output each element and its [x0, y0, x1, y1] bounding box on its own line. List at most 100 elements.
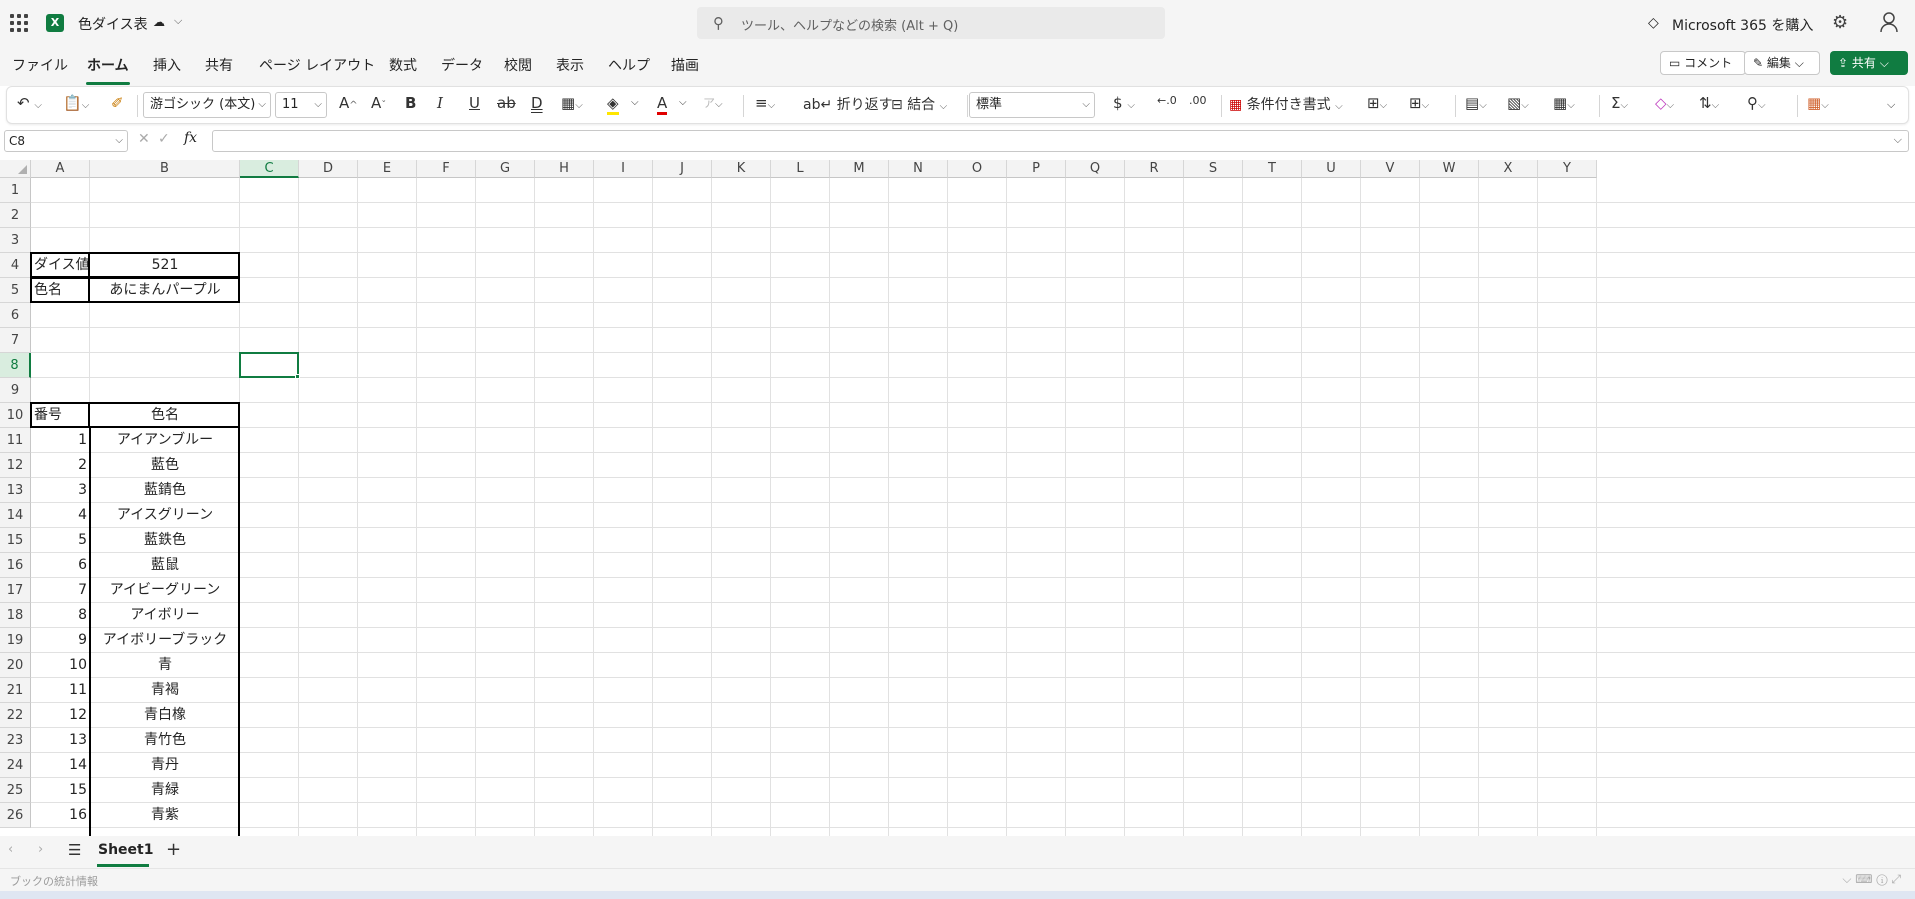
name-box[interactable]: C8 ⌵	[4, 130, 128, 152]
table-cell-name[interactable]: 藍鼠	[90, 553, 240, 578]
cells-area[interactable]: ダイス値 521 色名 あにまんパープル 番号 色名 1 アイアンブルー 2 藍色 3 藍錆色 4 アイス…	[30, 178, 1915, 836]
column-header-u[interactable]: U	[1302, 160, 1361, 178]
bold-icon[interactable]: B	[405, 94, 416, 112]
table-cell-name[interactable]: 藍色	[90, 453, 240, 478]
table-cell-name[interactable]: 藍錆色	[90, 478, 240, 503]
fill-color-icon[interactable]: ◈	[607, 94, 619, 115]
grow-font-icon[interactable]: A^	[339, 94, 358, 112]
delete-cells-icon[interactable]: ▧⌵	[1507, 94, 1529, 112]
decrease-decimal-icon[interactable]: ←.0	[1157, 94, 1177, 107]
column-header-h[interactable]: H	[535, 160, 594, 178]
table-cell-number[interactable]: 16	[31, 803, 90, 828]
row-header-12[interactable]: 12	[0, 453, 31, 478]
tab-review[interactable]: 校閲	[504, 55, 532, 75]
chevron-right-icon[interactable]: ›	[38, 842, 43, 857]
tab-draw[interactable]: 描画	[671, 55, 699, 75]
row-header-18[interactable]: 18	[0, 603, 31, 628]
clear-icon[interactable]: ◇⌵	[1655, 94, 1674, 112]
column-header-g[interactable]: G	[476, 160, 535, 178]
table-cell-number[interactable]: 15	[31, 778, 90, 803]
table-cell-number[interactable]: 12	[31, 703, 90, 728]
table-cell-name[interactable]: 青丹	[90, 753, 240, 778]
column-header-v[interactable]: V	[1361, 160, 1420, 178]
row-header-26[interactable]: 26	[0, 803, 31, 828]
table-cell-number[interactable]: 1	[31, 428, 90, 453]
undo-icon[interactable]: ↶ ⌵	[17, 94, 42, 112]
table-cell-name[interactable]: 青紫	[90, 803, 240, 828]
format-cells-icon[interactable]: ▦⌵	[1553, 94, 1575, 112]
format-painter-icon[interactable]: ✐	[111, 94, 124, 112]
borders-icon[interactable]: ▦⌵	[561, 94, 583, 112]
column-header-x[interactable]: X	[1479, 160, 1538, 178]
dice-label-cell[interactable]: ダイス値	[31, 253, 90, 278]
tab-help[interactable]: ヘルプ	[608, 55, 650, 75]
format-as-table-icon[interactable]: ⊞⌵	[1367, 94, 1387, 112]
table-cell-name[interactable]: 青竹色	[90, 728, 240, 753]
tab-page-layout[interactable]: ページ レイアウト	[259, 55, 375, 75]
paste-icon[interactable]: 📋⌵	[63, 94, 89, 112]
column-header-d[interactable]: D	[299, 160, 358, 178]
cancel-icon[interactable]: ✕	[138, 131, 150, 147]
wrap-text-button[interactable]: ab↵ 折り返す	[803, 94, 893, 114]
add-sheet-icon[interactable]: +	[166, 839, 181, 860]
table-cell-number[interactable]: 3	[31, 478, 90, 503]
column-header-q[interactable]: Q	[1066, 160, 1125, 178]
table-cell-number[interactable]: 9	[31, 628, 90, 653]
app-launcher-icon[interactable]	[10, 14, 28, 32]
chevron-down-icon[interactable]: ⌵	[679, 97, 687, 108]
color-label-cell[interactable]: 色名	[31, 278, 90, 303]
column-header-p[interactable]: P	[1007, 160, 1066, 178]
row-header-16[interactable]: 16	[0, 553, 31, 578]
selected-cell[interactable]	[239, 352, 299, 378]
table-cell-name[interactable]: アイボリーブラック	[90, 628, 240, 653]
font-color-icon[interactable]: A	[657, 94, 668, 115]
merge-button[interactable]: ⊟ 結合 ⌵	[891, 94, 947, 114]
row-header-17[interactable]: 17	[0, 578, 31, 603]
color-value-cell[interactable]: あにまんパープル	[90, 278, 240, 303]
font-name-dropdown[interactable]: 游ゴシック (本文) ⌵	[143, 92, 271, 118]
table-cell-number[interactable]: 7	[31, 578, 90, 603]
row-header-5[interactable]: 5	[0, 278, 31, 303]
column-header-t[interactable]: T	[1243, 160, 1302, 178]
autosum-icon[interactable]: Σ⌵	[1611, 94, 1628, 112]
table-cell-name[interactable]: 青褐	[90, 678, 240, 703]
column-header-c[interactable]: C	[240, 160, 299, 178]
row-header-3[interactable]: 3	[0, 228, 31, 253]
shrink-font-icon[interactable]: Aˇ	[371, 94, 386, 112]
column-header-a[interactable]: A	[31, 160, 90, 178]
table-cell-number[interactable]: 10	[31, 653, 90, 678]
select-all-corner[interactable]	[0, 160, 31, 178]
table-cell-name[interactable]: 青緑	[90, 778, 240, 803]
check-icon[interactable]: ✓	[158, 131, 170, 147]
table-cell-name[interactable]: アイビーグリーン	[90, 578, 240, 603]
row-header-25[interactable]: 25	[0, 778, 31, 803]
table-header-name[interactable]: 色名	[90, 403, 240, 428]
column-header-e[interactable]: E	[358, 160, 417, 178]
comment-button[interactable]: ▭ コメント	[1660, 51, 1746, 75]
row-header-13[interactable]: 13	[0, 478, 31, 503]
ribbon-expand-icon[interactable]: ⌵	[1887, 98, 1895, 112]
chevron-down-icon[interactable]: ⌵	[1894, 133, 1902, 147]
table-cell-name[interactable]: 藍鉄色	[90, 528, 240, 553]
strikethrough-icon[interactable]: ab	[497, 94, 516, 112]
gear-icon[interactable]: ⚙	[1832, 12, 1848, 33]
insert-function-icon[interactable]: fx	[184, 130, 197, 146]
row-header-10[interactable]: 10	[0, 403, 31, 428]
insert-cells-icon[interactable]: ▤⌵	[1465, 94, 1487, 112]
buy-m365-link[interactable]: Microsoft 365 を購入	[1672, 15, 1813, 35]
row-header-4[interactable]: 4	[0, 253, 31, 278]
table-cell-number[interactable]: 14	[31, 753, 90, 778]
formula-input[interactable]: ⌵	[212, 130, 1909, 152]
search-box[interactable]: ⚲ ツール、ヘルプなどの検索 (Alt + Q)	[697, 7, 1165, 39]
dice-value-cell[interactable]: 521	[90, 253, 240, 278]
row-header-19[interactable]: 19	[0, 628, 31, 653]
table-cell-number[interactable]: 5	[31, 528, 90, 553]
status-icons[interactable]: ⌵ ⌨ ⓘ ⤢	[1842, 872, 1901, 887]
double-underline-icon[interactable]: D	[531, 94, 543, 112]
row-header-11[interactable]: 11	[0, 428, 31, 453]
table-cell-name[interactable]: アイスグリーン	[90, 503, 240, 528]
column-header-k[interactable]: K	[712, 160, 771, 178]
tab-view[interactable]: 表示	[556, 55, 584, 75]
row-header-7[interactable]: 7	[0, 328, 31, 353]
tab-insert[interactable]: 挿入	[153, 55, 181, 75]
